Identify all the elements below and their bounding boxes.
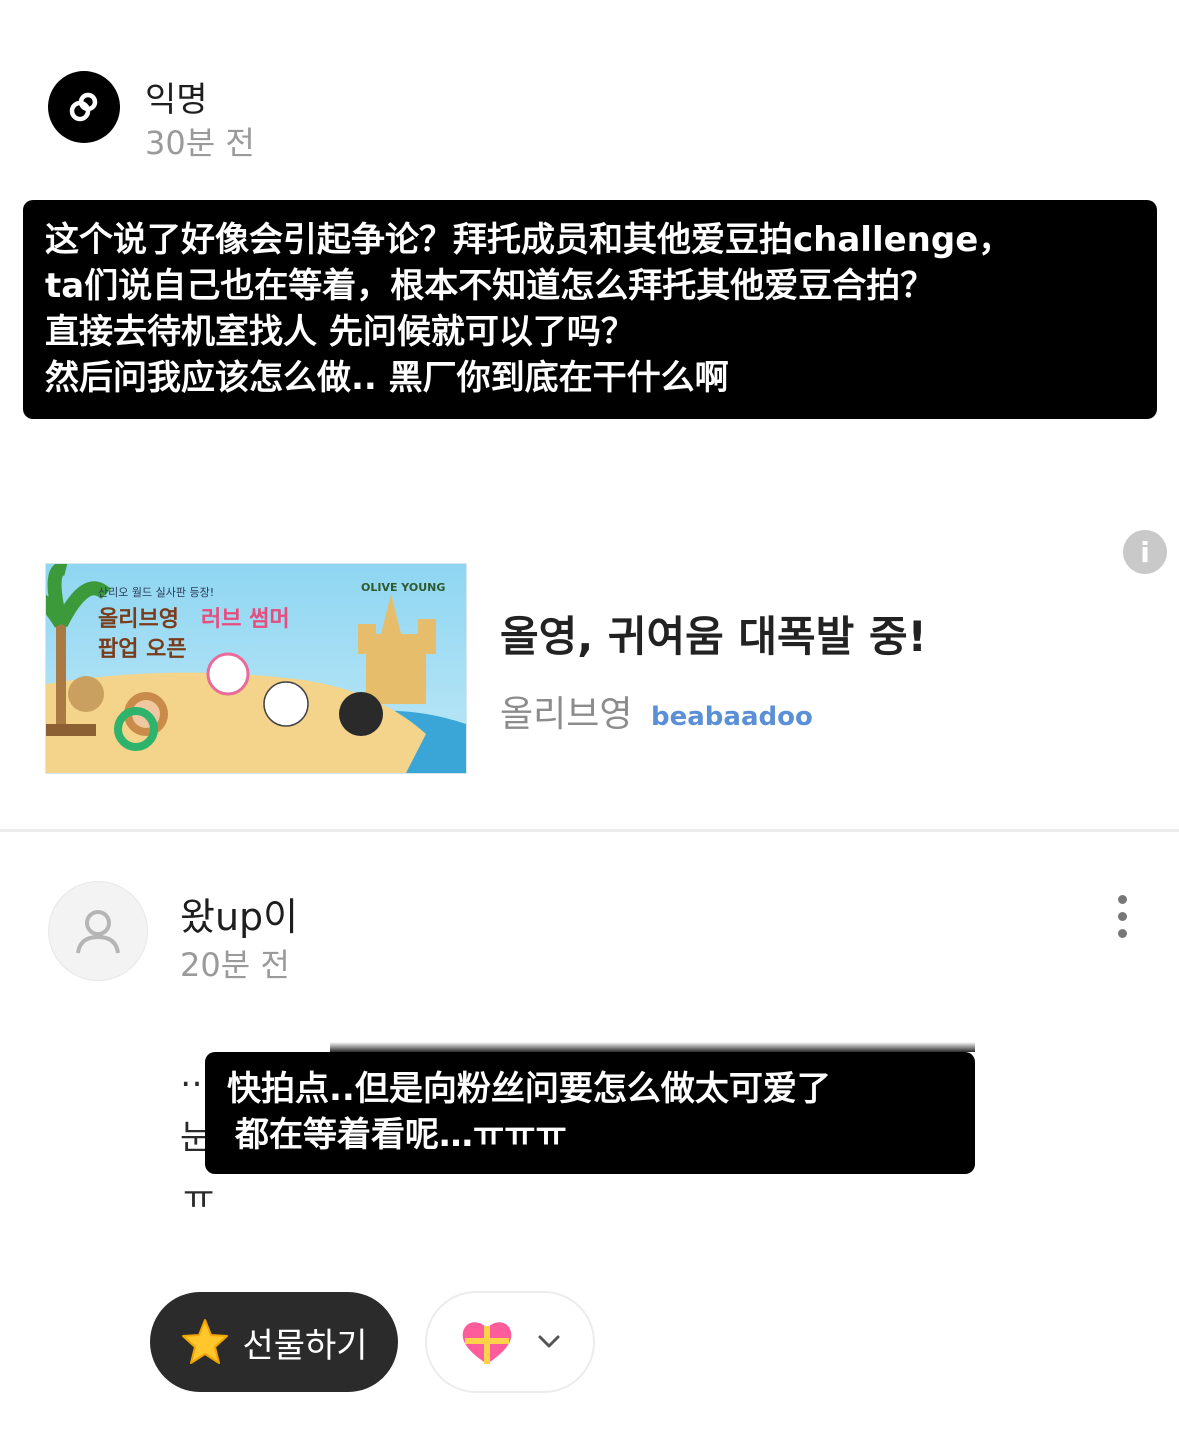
subtitle-line: 这个说了好像会引起争论？拜托成员和其他爱豆拍challenge，	[45, 220, 1013, 260]
divider	[0, 829, 1179, 832]
info-icon[interactable]: i	[1123, 530, 1167, 574]
ad-title[interactable]: 올영, 귀여움 대폭발 중!	[500, 603, 927, 664]
subtitle-line: ta们说自己也在等着，根本不知道怎么拜托其他爱豆合拍？	[45, 266, 935, 306]
post-author: 익명	[145, 80, 208, 120]
star-icon	[182, 1319, 229, 1364]
post-time: 30분 전	[145, 124, 255, 162]
comment-text-line: ㅠ	[183, 1178, 215, 1218]
ad-image-headline-2: 팝업 오픈	[98, 637, 187, 662]
post-subtitle-box: 这个说了好像会引起争论？拜托成员和其他爱豆拍challenge， ta们说自己也…	[23, 200, 1157, 419]
subtitle-line: 直接去待机室找人 先问候就可以了吗？	[45, 312, 635, 352]
heart-gift-icon	[462, 1322, 512, 1364]
comment-subtitle-box: 快拍点..但是向粉丝问要怎么做太可爱了 都在等着看呢…ㅠㅠㅠ	[205, 1052, 975, 1174]
comment-avatar[interactable]	[48, 881, 148, 981]
kebab-menu-icon[interactable]	[1110, 895, 1134, 939]
ad-brand-logo: OLIVE YOUNG	[361, 581, 445, 594]
gift-button-label: 선물하기	[242, 1325, 368, 1366]
gift-button[interactable]: 선물하기	[150, 1292, 398, 1392]
ad-image-headline-1a: 올리브영	[98, 607, 179, 632]
anonymous-avatar[interactable]	[48, 71, 120, 143]
chevron-down-icon	[538, 1335, 560, 1348]
user-avatar-icon	[76, 910, 120, 954]
obscured-text-strip	[330, 1042, 975, 1052]
subtitle-line: 都在等着看呢…ㅠㅠㅠ	[235, 1115, 567, 1155]
ad-image-small-text: 산리오 월드 실사판 등장!	[98, 586, 214, 599]
subtitle-line: 然后问我应该怎么做.. 黑厂你到底在干什么啊	[45, 358, 729, 398]
comment-author: 왔up이	[180, 895, 299, 939]
watermark-text: beabaadoo	[651, 702, 813, 732]
ad-illustration: 산리오 월드 실사판 등장! OLIVE YOUNG 올리브영 러브 썸머 팝업…	[46, 564, 466, 773]
ad-image-headline-1b: 러브 썸머	[201, 607, 290, 632]
ad-image[interactable]: 산리오 월드 실사판 등장! OLIVE YOUNG 올리브영 러브 썸머 팝업…	[45, 563, 467, 774]
subtitle-line: 快拍点..但是向粉丝问要怎么做太可爱了	[227, 1069, 831, 1109]
ad-brand: 올리브영	[500, 694, 633, 735]
reaction-button[interactable]	[425, 1291, 595, 1393]
comment-time: 20분 전	[180, 946, 290, 984]
anon-logo-icon	[69, 92, 98, 122]
